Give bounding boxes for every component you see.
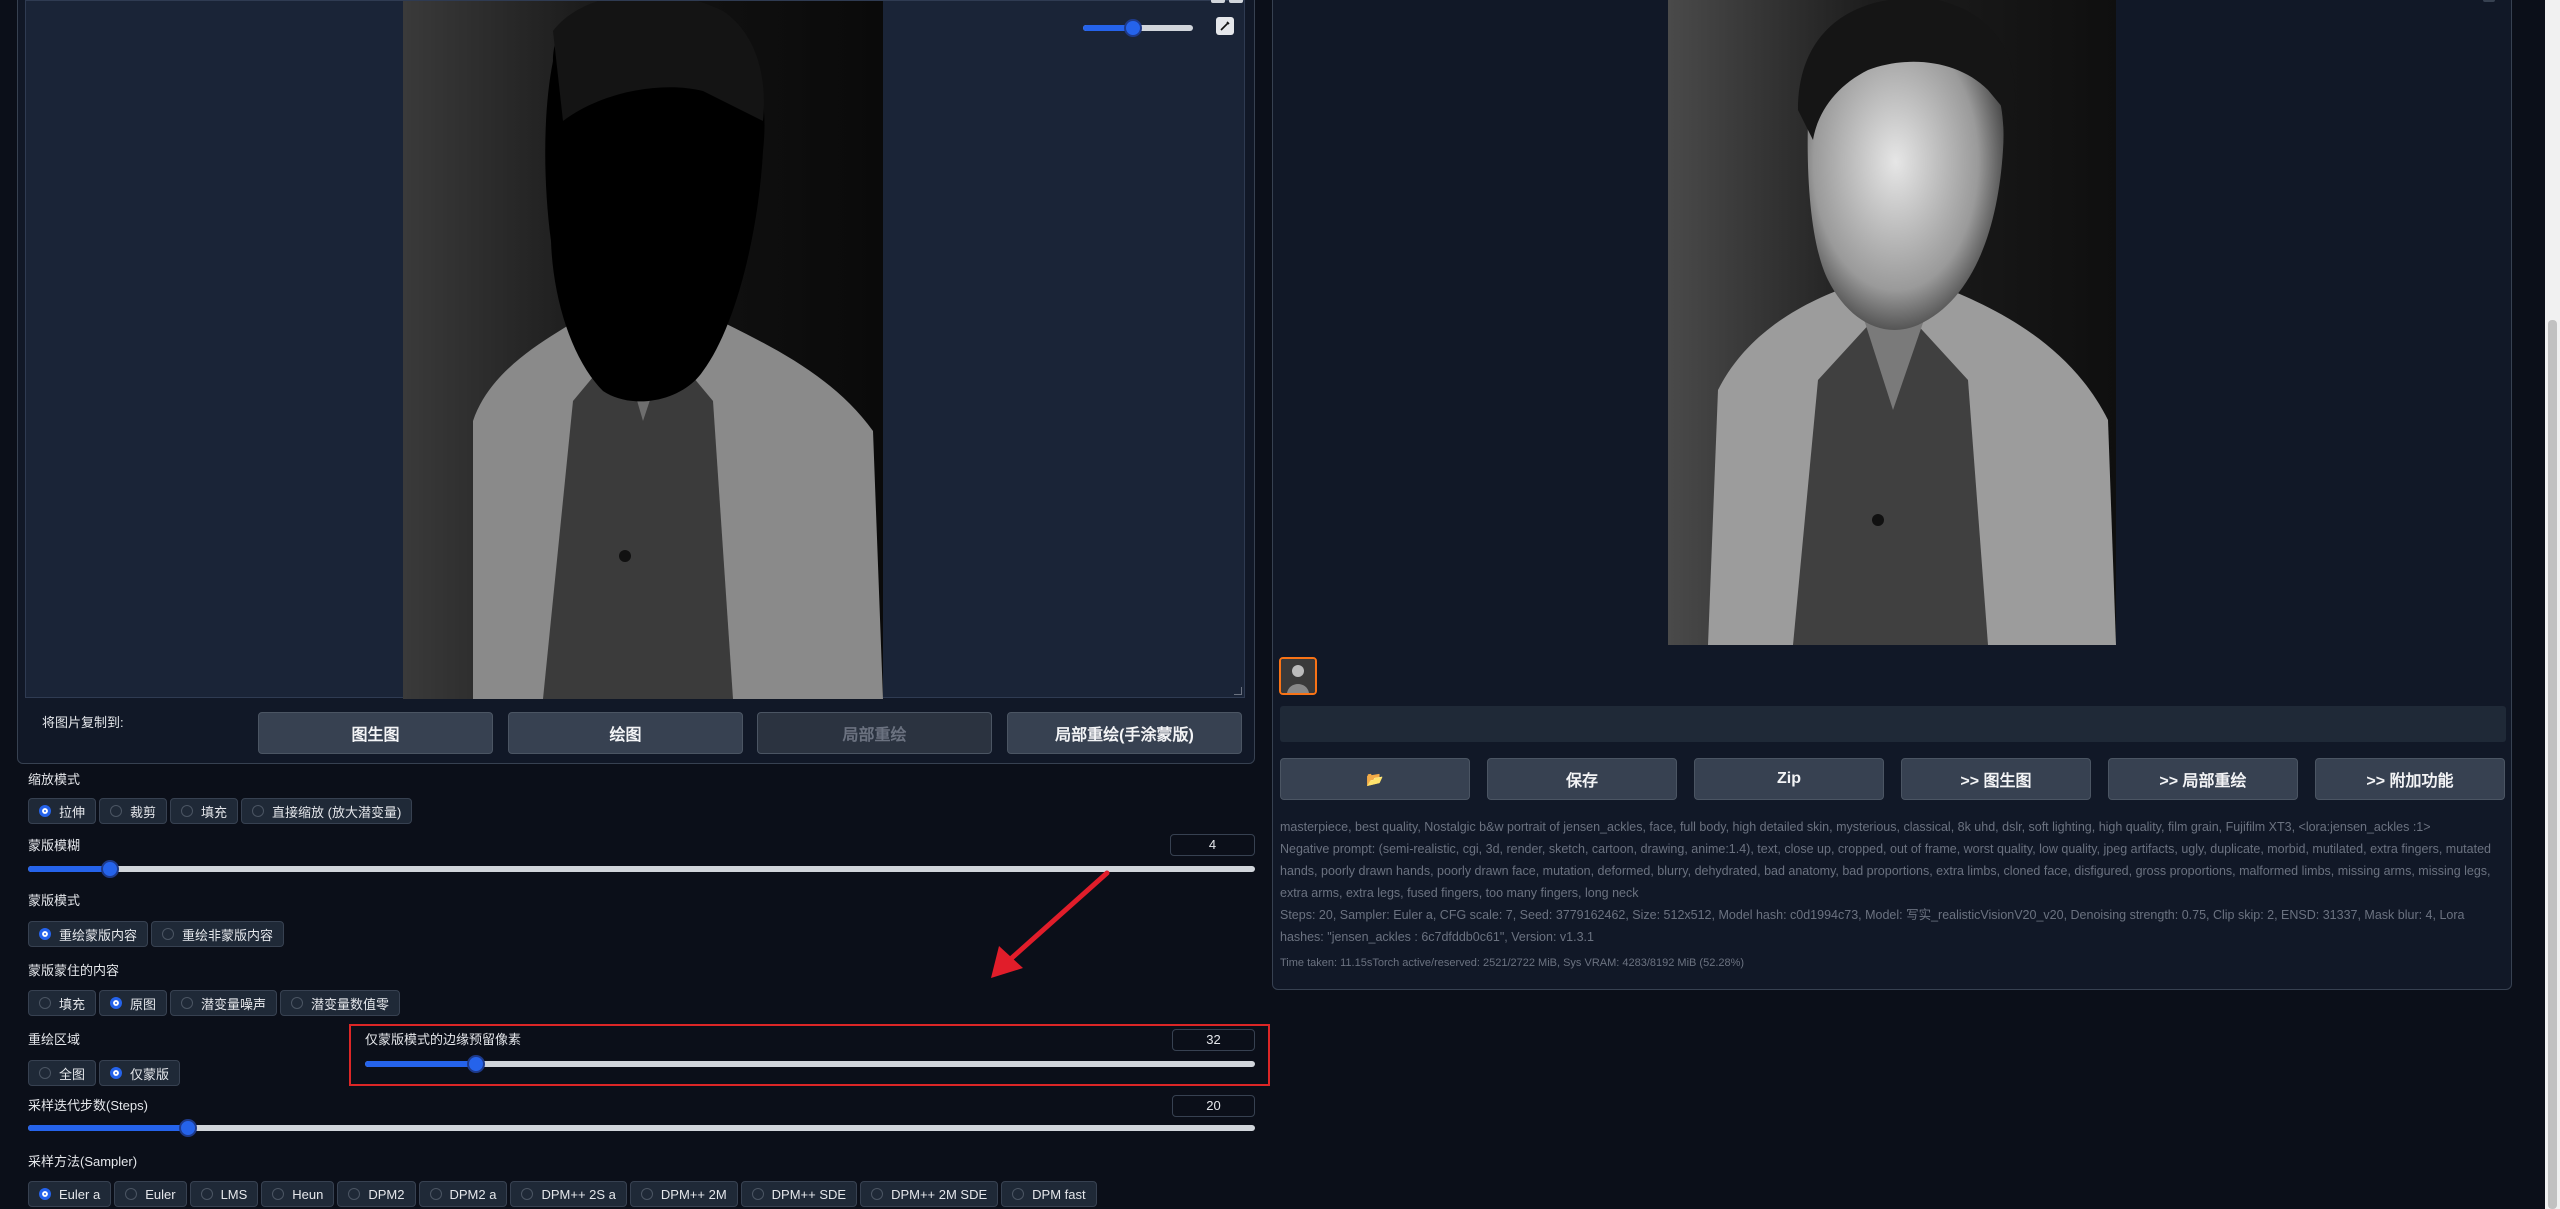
generated-image[interactable] xyxy=(1668,0,2116,645)
undo-tool-button[interactable] xyxy=(1211,0,1225,3)
portrait-silhouette xyxy=(403,1,883,699)
html-info-bar xyxy=(1280,706,2506,742)
resize-mode-crop-radio[interactable]: 裁剪 xyxy=(99,798,168,824)
output-thumbnail[interactable] xyxy=(1279,657,1317,695)
source-image-masked xyxy=(403,1,883,699)
inpaint-area-label: 重绘区域 xyxy=(28,1032,81,1047)
masked-content-latent-nothing-radio[interactable]: 潜变量数值零 xyxy=(280,990,401,1016)
zip-button[interactable]: Zip xyxy=(1694,758,1884,800)
sampler-dpmpp-2s-a-radio[interactable]: DPM++ 2S a xyxy=(510,1181,627,1207)
mask-mode-group: 重绘蒙版内容 重绘非蒙版内容 xyxy=(28,921,285,947)
resize-mode-latent-upscale-radio[interactable]: 直接缩放 (放大潜变量) xyxy=(241,798,413,824)
inpaint-canvas[interactable] xyxy=(25,0,1245,699)
annotation-arrow-icon xyxy=(991,870,1110,978)
steps-slider[interactable] xyxy=(28,1119,1255,1137)
gallery-fullscreen-icon[interactable] xyxy=(2483,0,2495,2)
steps-label: 采样迭代步数(Steps) xyxy=(28,1098,148,1113)
masked-content-fill-radio[interactable]: 填充 xyxy=(28,990,97,1016)
masked-content-group: 填充 原图 潜变量噪声 潜变量数值零 xyxy=(28,990,401,1016)
canvas-tool-buttons xyxy=(1211,0,1251,5)
negative-prompt-text: Negative prompt: (semi-realistic, cgi, 3… xyxy=(1280,842,2491,900)
thumbnail-image xyxy=(1281,659,1315,693)
brush-size-slider[interactable] xyxy=(1083,19,1193,37)
resize-mode-stretch-radio[interactable]: 拉伸 xyxy=(28,798,97,824)
copy-to-label: 将图片复制到: xyxy=(42,715,124,730)
only-masked-padding-slider[interactable] xyxy=(365,1055,1255,1073)
only-masked-padding-number-input[interactable]: 32 xyxy=(1172,1029,1255,1051)
sampler-heun-radio[interactable]: Heun xyxy=(261,1181,335,1207)
inpaint-area-group: 全图 仅蒙版 xyxy=(28,1060,181,1086)
mask-mode-inpaint-not-masked-radio[interactable]: 重绘非蒙版内容 xyxy=(151,921,285,947)
send-to-extras-button[interactable]: >> 附加功能 xyxy=(2315,758,2505,800)
generation-params-text: Steps: 20, Sampler: Euler a, CFG scale: … xyxy=(1280,908,2465,944)
inpaint-area-only-masked-radio[interactable]: 仅蒙版 xyxy=(99,1060,181,1086)
prompt-text: masterpiece, best quality, Nostalgic b&w… xyxy=(1280,820,2431,834)
sampler-dpmpp-2m-sde-radio[interactable]: DPM++ 2M SDE xyxy=(860,1181,999,1207)
sampler-group: Euler a Euler LMS Heun DPM2 DPM2 a DPM++… xyxy=(28,1181,1097,1207)
resize-grip-icon[interactable] xyxy=(1234,687,1242,695)
only-masked-padding-label: 仅蒙版模式的边缘预留像素 xyxy=(365,1032,522,1047)
save-button[interactable]: 保存 xyxy=(1487,758,1677,800)
mask-blur-label: 蒙版模糊 xyxy=(28,838,81,853)
steps-number-input[interactable]: 20 xyxy=(1172,1095,1255,1117)
masked-content-label: 蒙版蒙住的内容 xyxy=(28,963,120,978)
sampler-lms-radio[interactable]: LMS xyxy=(189,1181,259,1207)
copy-to-sketch-button[interactable]: 绘图 xyxy=(508,712,743,754)
copy-to-inpaint-sketch-button[interactable]: 局部重绘(手涂蒙版) xyxy=(1007,712,1242,754)
copy-to-inpaint-button[interactable]: 局部重绘 xyxy=(757,712,992,754)
open-folder-button[interactable]: 📂 xyxy=(1280,758,1470,800)
brush-icon xyxy=(1220,21,1230,31)
sampler-label: 采样方法(Sampler) xyxy=(28,1154,138,1169)
resize-mode-fill-radio[interactable]: 填充 xyxy=(170,798,239,824)
sampler-dpmpp-sde-radio[interactable]: DPM++ SDE xyxy=(740,1181,858,1207)
clear-tool-button[interactable] xyxy=(1229,0,1243,3)
resize-mode-label: 缩放模式 xyxy=(28,772,81,787)
send-to-inpaint-button[interactable]: >> 局部重绘 xyxy=(2108,758,2298,800)
sampler-dpmpp-2m-radio[interactable]: DPM++ 2M xyxy=(629,1181,738,1207)
send-to-img2img-button[interactable]: >> 图生图 xyxy=(1901,758,2091,800)
masked-content-latent-noise-radio[interactable]: 潜变量噪声 xyxy=(170,990,278,1016)
mask-mode-label: 蒙版模式 xyxy=(28,893,81,908)
scrollbar-thumb[interactable] xyxy=(2548,320,2557,1209)
sampler-euler-a-radio[interactable]: Euler a xyxy=(28,1181,112,1207)
mask-blur-number-input[interactable]: 4 xyxy=(1170,834,1255,856)
sampler-dpm-fast-radio[interactable]: DPM fast xyxy=(1001,1181,1097,1207)
resize-mode-group: 拉伸 裁剪 填充 直接缩放 (放大潜变量) xyxy=(28,798,413,824)
mask-mode-inpaint-masked-radio[interactable]: 重绘蒙版内容 xyxy=(28,921,149,947)
page-scrollbar[interactable] xyxy=(2545,0,2560,1209)
portrait-image xyxy=(1668,0,2116,645)
time-taken-text: Time taken: 11.15sTorch active/reserved:… xyxy=(1280,957,1745,969)
sampler-dpm2-radio[interactable]: DPM2 xyxy=(337,1181,416,1207)
sampler-euler-radio[interactable]: Euler xyxy=(114,1181,187,1207)
folder-icon: 📂 xyxy=(1366,770,1384,787)
generation-info: masterpiece, best quality, Nostalgic b&w… xyxy=(1280,816,2508,974)
masked-content-original-radio[interactable]: 原图 xyxy=(99,990,168,1016)
sampler-dpm2-a-radio[interactable]: DPM2 a xyxy=(418,1181,508,1207)
brush-color-button[interactable] xyxy=(1216,17,1234,35)
copy-to-img2img-button[interactable]: 图生图 xyxy=(258,712,493,754)
inpaint-area-whole-picture-radio[interactable]: 全图 xyxy=(28,1060,97,1086)
